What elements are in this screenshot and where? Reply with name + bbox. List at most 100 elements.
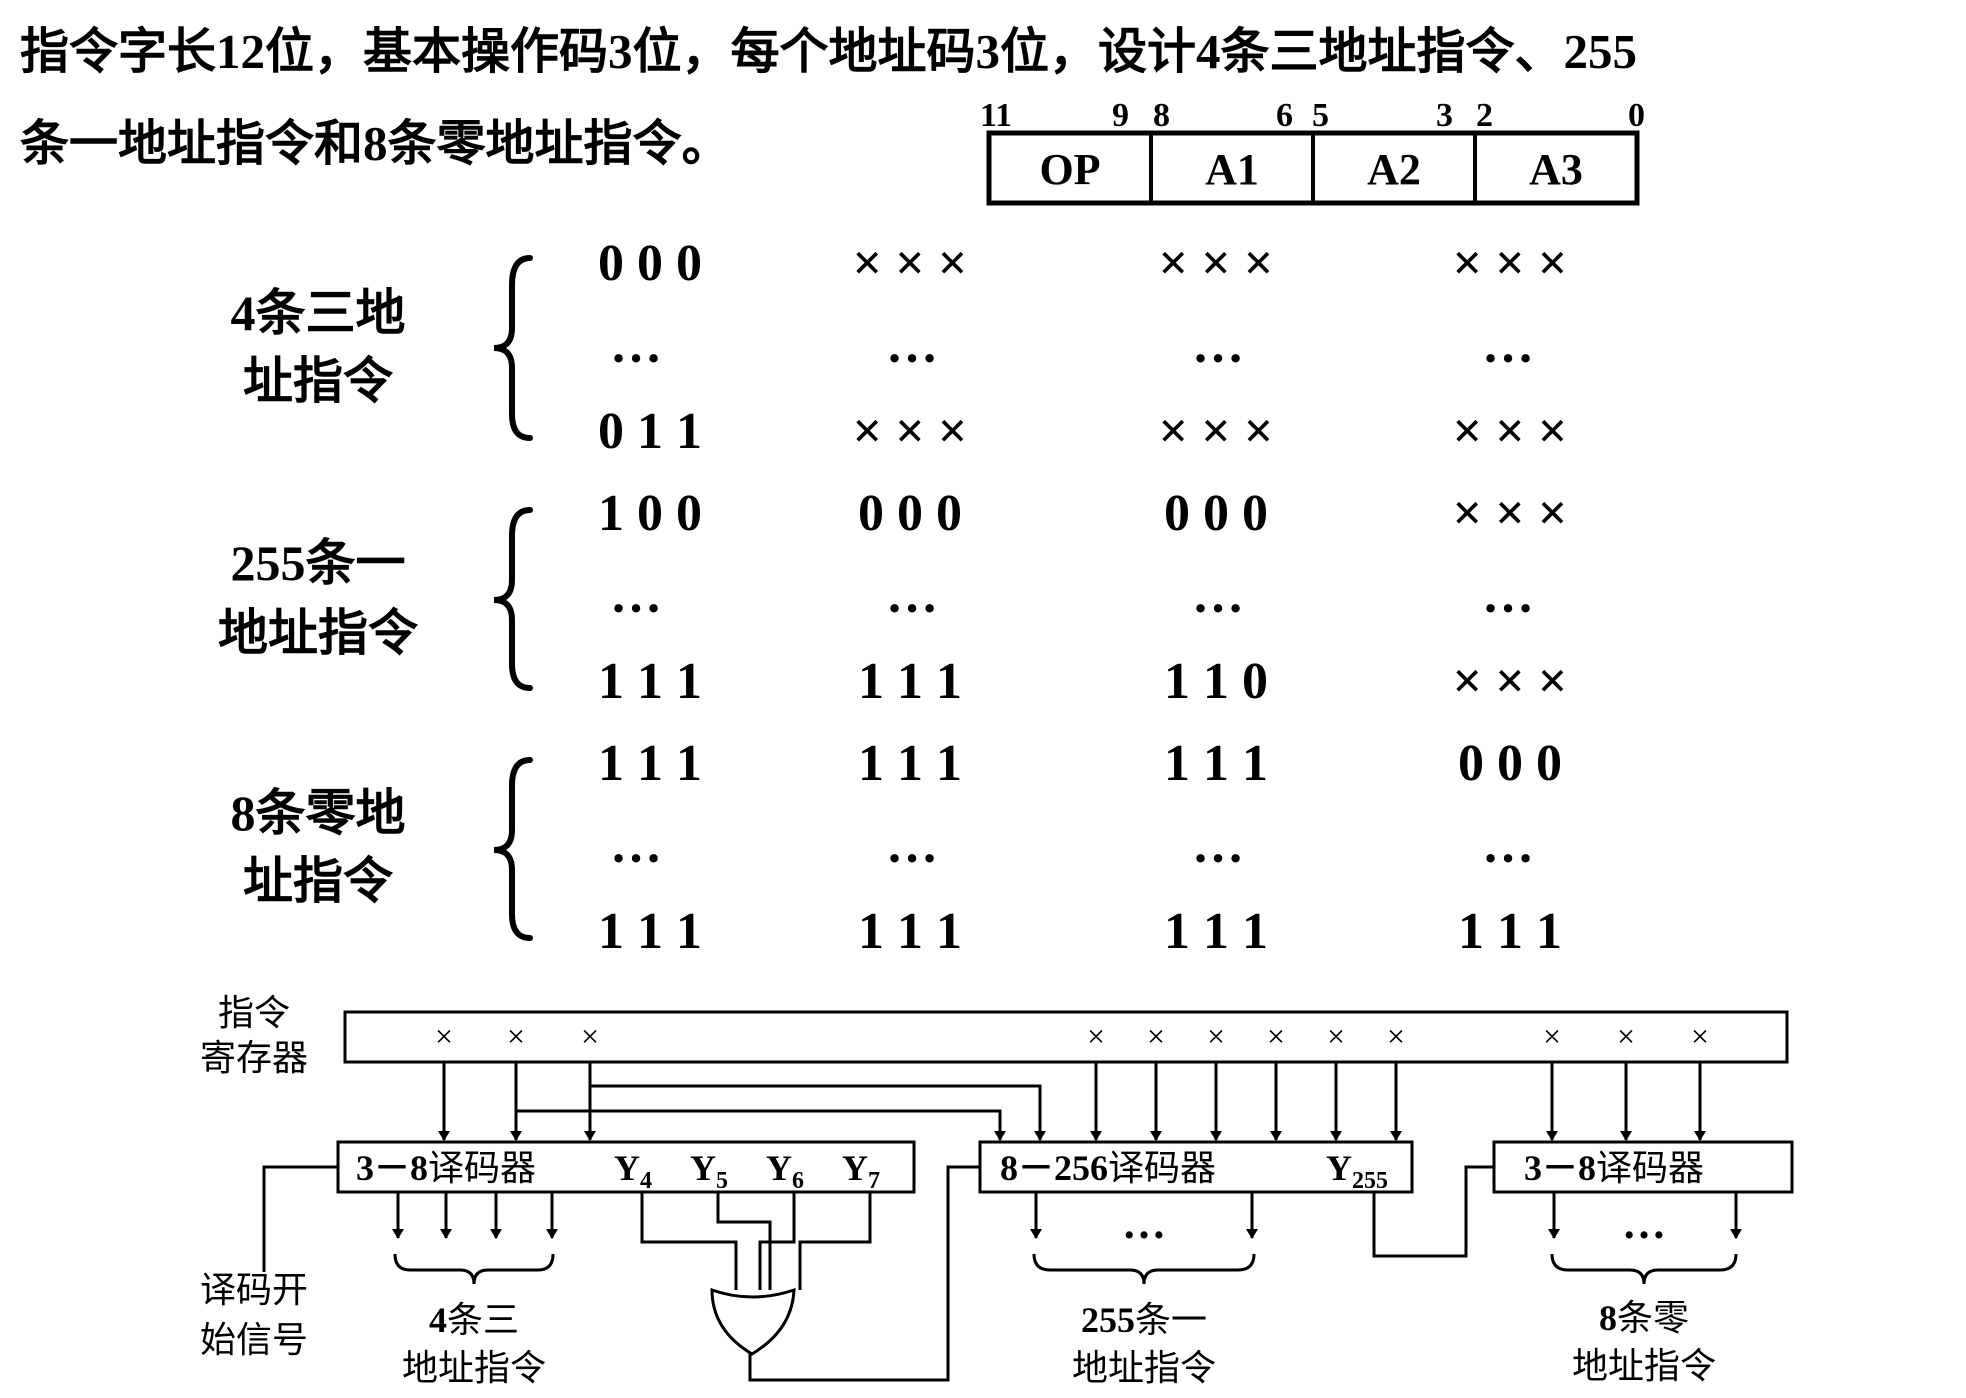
register-bit-mark: ×	[581, 1018, 599, 1054]
decoder-2-output-ellipsis: …	[1122, 1199, 1166, 1248]
g2-last-op: 1 1 1	[598, 653, 702, 710]
brace-output-3	[1550, 1253, 1738, 1285]
output-label-2-line-2: 地址指令	[1072, 1348, 1216, 1388]
output-label-1-line-2: 地址指令	[402, 1348, 546, 1388]
decoder-3-title: 3－8译码器	[1524, 1148, 1704, 1188]
register-bit-mark: ×	[507, 1018, 525, 1054]
field-a1: A1	[1205, 145, 1259, 194]
g1-ellipsis: …	[1192, 317, 1244, 374]
or-gate	[710, 1287, 796, 1356]
g1-ellipsis: …	[1482, 317, 1534, 374]
output-label-2-line-1: 255条一	[1081, 1300, 1207, 1340]
start-signal-label-line-2: 始信号	[200, 1320, 308, 1360]
g2-first-a2: 0 0 0	[1164, 485, 1268, 542]
output-label-3-line-2: 地址指令	[1572, 1346, 1716, 1386]
g2-ellipsis: …	[610, 567, 662, 624]
decoder-1-output-y6: Y6	[766, 1148, 804, 1194]
wire	[758, 1192, 796, 1290]
g1-first-a2: × × ×	[1159, 235, 1274, 292]
bit-label-11: 11	[980, 97, 1012, 134]
brace-output-2	[1032, 1253, 1256, 1285]
decoder-1-title: 3－8译码器	[356, 1148, 536, 1188]
g1-first-a3: × × ×	[1453, 235, 1568, 292]
group-2-label-line-2: 地址指令	[218, 605, 419, 661]
register-bit-mark: ×	[1543, 1018, 1561, 1054]
g3-first-a1: 1 1 1	[858, 735, 962, 792]
g1-first-op: 0 0 0	[598, 235, 702, 292]
wire	[798, 1192, 872, 1290]
bit-label-2: 2	[1476, 97, 1493, 134]
g3-first-op: 1 1 1	[598, 735, 702, 792]
wire	[640, 1192, 738, 1290]
bit-label-9: 9	[1112, 97, 1129, 134]
group-1-label-line-2: 址指令	[243, 353, 394, 409]
register-bit-mark: ×	[1691, 1018, 1709, 1054]
decoder-1-output-y4: Y4	[614, 1148, 652, 1194]
g3-last-a2: 1 1 1	[1164, 903, 1268, 960]
g2-last-a1: 1 1 1	[858, 653, 962, 710]
g2-ellipsis: …	[886, 567, 938, 624]
g2-first-a3: × × ×	[1453, 485, 1568, 542]
g3-last-op: 1 1 1	[598, 903, 702, 960]
register-bit-mark: ×	[1327, 1018, 1345, 1054]
g3-ellipsis: …	[1482, 817, 1534, 874]
g1-ellipsis: …	[886, 317, 938, 374]
instruction-encoding-diagram: 11 9 8 6 5 3 2 0 OP A1 A2 A3 4条三地 址指令 25…	[200, 97, 1794, 1388]
brace-output-1	[393, 1253, 555, 1285]
g3-first-a2: 1 1 1	[1164, 735, 1268, 792]
register-bit-mark: ×	[1147, 1018, 1165, 1054]
decoder-2-title: 8－256译码器	[1000, 1148, 1216, 1188]
g1-first-a1: × × ×	[853, 235, 968, 292]
register-bit-mark: ×	[1387, 1018, 1405, 1054]
g2-first-a1: 0 0 0	[858, 485, 962, 542]
g3-last-a1: 1 1 1	[858, 903, 962, 960]
wire	[748, 1165, 980, 1382]
decoder-2-output-y255: Y255	[1326, 1148, 1388, 1194]
g1-last-a2: × × ×	[1159, 403, 1274, 460]
g3-ellipsis: …	[886, 817, 938, 874]
brace-group-2	[493, 507, 533, 691]
g3-ellipsis: …	[610, 817, 662, 874]
register-bit-mark: ×	[1617, 1018, 1635, 1054]
bit-label-5: 5	[1312, 97, 1329, 134]
field-a3: A3	[1529, 145, 1583, 194]
output-label-3-line-1: 8条零	[1599, 1298, 1689, 1338]
brace-group-3	[493, 757, 533, 941]
output-label-1-line-1: 4条三	[429, 1300, 519, 1340]
decode-start-wire	[262, 1165, 338, 1272]
field-op: OP	[1039, 145, 1100, 194]
register-bit-mark: ×	[1087, 1018, 1105, 1054]
group-3-label-line-1: 8条零地	[231, 785, 406, 841]
register-label-line-1: 指令	[218, 993, 290, 1033]
g2-ellipsis: …	[1482, 567, 1534, 624]
bit-label-8: 8	[1153, 97, 1170, 134]
group-1-label-line-1: 4条三地	[231, 285, 406, 341]
g1-last-a1: × × ×	[853, 403, 968, 460]
field-a2: A2	[1367, 145, 1421, 194]
g1-ellipsis: …	[610, 317, 662, 374]
g2-first-op: 1 0 0	[598, 485, 702, 542]
wire	[1372, 1165, 1494, 1258]
g3-ellipsis: …	[1192, 817, 1244, 874]
bit-label-0: 0	[1628, 97, 1645, 134]
g1-last-op: 0 1 1	[598, 403, 702, 460]
g3-first-a3: 0 0 0	[1458, 735, 1562, 792]
brace-group-1	[493, 255, 533, 441]
register-label-line-2: 寄存器	[200, 1038, 308, 1078]
g2-ellipsis: …	[1192, 567, 1244, 624]
decoder-1-output-y7: Y7	[842, 1148, 880, 1194]
decoder-3-output-ellipsis: …	[1622, 1199, 1666, 1248]
instruction-format: 11 9 8 6 5 3 2 0 OP A1 A2 A3	[980, 97, 1645, 206]
start-signal-label-line-1: 译码开	[200, 1270, 308, 1310]
g2-last-a2: 1 1 0	[1164, 653, 1268, 710]
bit-label-3: 3	[1436, 97, 1453, 134]
g3-last-a3: 1 1 1	[1458, 903, 1562, 960]
register-bit-mark: ×	[1267, 1018, 1285, 1054]
bit-label-6: 6	[1276, 97, 1293, 134]
group-2-label-line-1: 255条一	[231, 535, 406, 591]
instruction-register	[343, 1010, 1789, 1064]
g1-last-a3: × × ×	[1453, 403, 1568, 460]
g2-last-a3: × × ×	[1453, 653, 1568, 710]
decoder-1-output-y5: Y5	[690, 1148, 728, 1194]
register-bit-mark: ×	[1207, 1018, 1225, 1054]
